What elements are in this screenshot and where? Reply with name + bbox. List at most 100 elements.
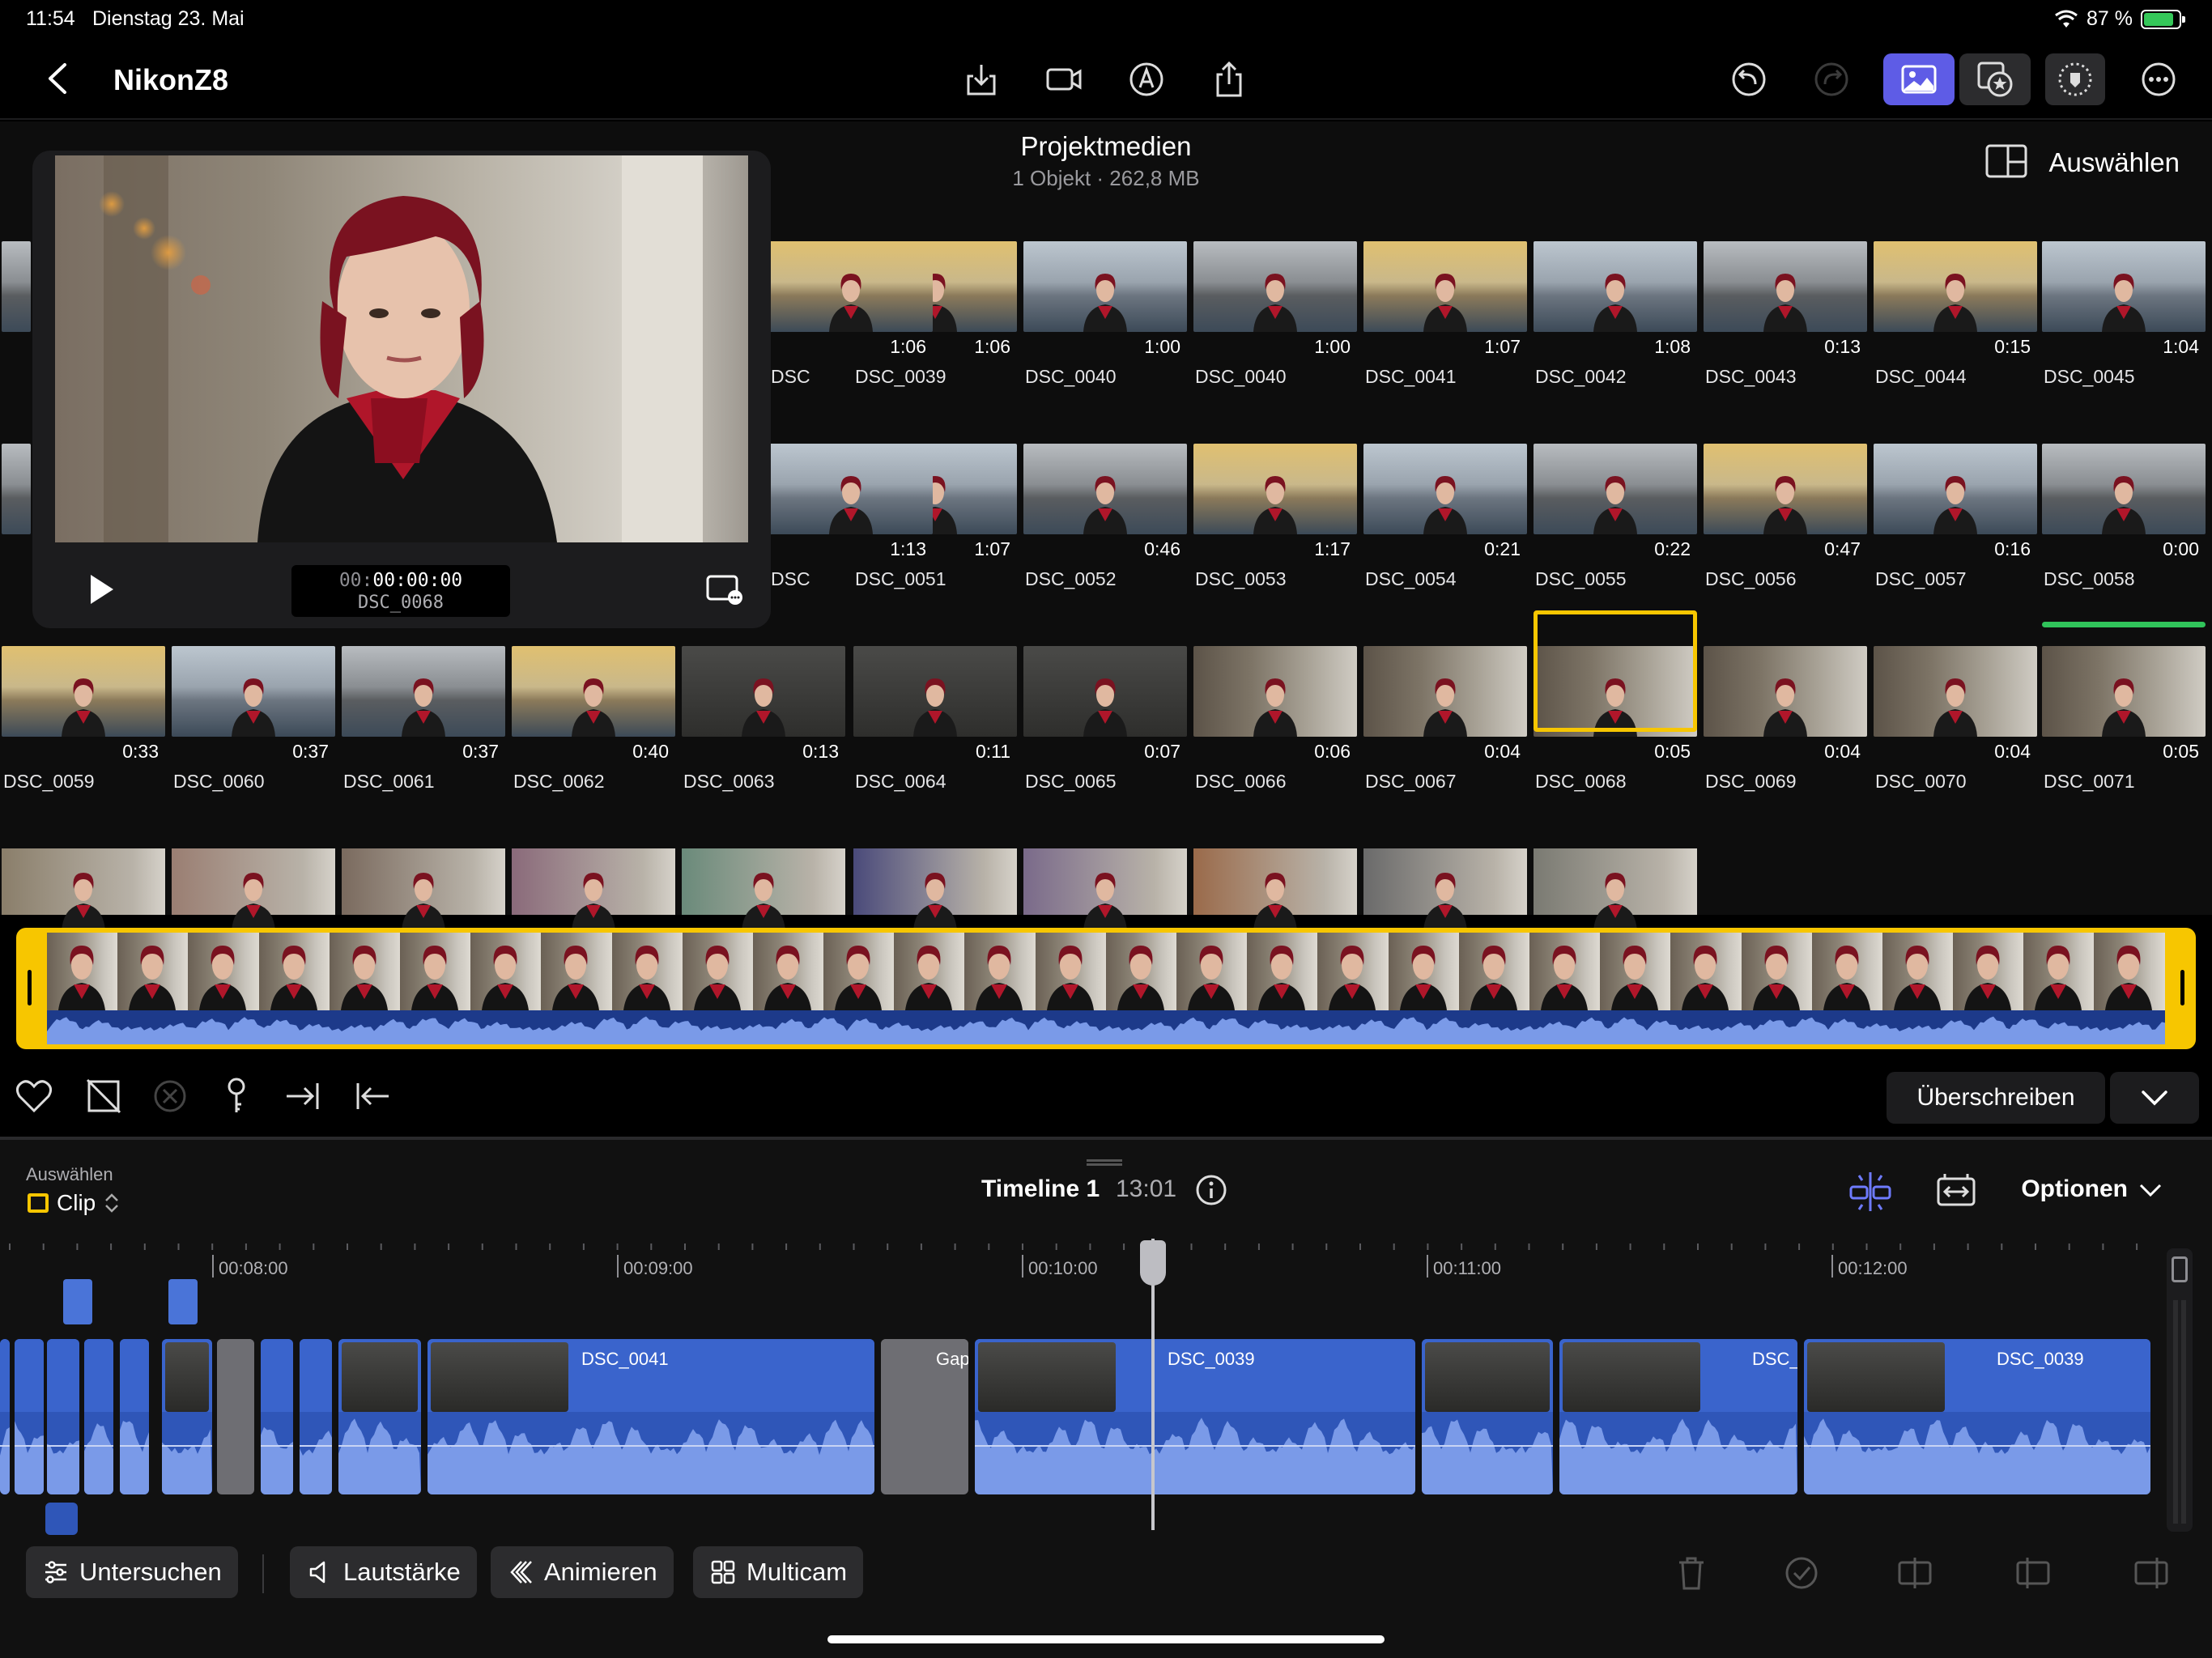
mark-in-icon[interactable]	[282, 1075, 324, 1117]
clip-tile[interactable]: 0:00 DSC_0058	[2042, 444, 2206, 589]
clear-rating-icon[interactable]	[149, 1075, 191, 1117]
clip-thumbnail-partial[interactable]	[853, 848, 1017, 931]
clip-tile[interactable]: 0:40 DSC_0062	[512, 646, 675, 792]
panel-grabber[interactable]	[1087, 1159, 1122, 1166]
clip-tile[interactable]: 0:13 DSC_0063	[682, 646, 845, 792]
timeline-clip[interactable]: DSC_0039	[975, 1339, 1415, 1494]
timeline-view-icon[interactable]	[1933, 1169, 1979, 1214]
clip-tile[interactable]: 0:06 DSC_0066	[1193, 646, 1357, 792]
timeline-clip[interactable]	[1422, 1339, 1553, 1494]
redo-icon[interactable]	[1802, 53, 1861, 105]
clip-tile[interactable]: 0:16 DSC_0057	[1874, 444, 2037, 589]
clip-tile-edge[interactable]	[2, 241, 31, 332]
trim-end-icon[interactable]	[2133, 1554, 2170, 1592]
clip-thumbnail-partial[interactable]	[342, 848, 505, 931]
timeline-clip[interactable]	[84, 1339, 113, 1494]
gap-clip[interactable]: Gap	[881, 1339, 968, 1494]
timeline-clip[interactable]	[0, 1339, 10, 1494]
clip-thumbnail-partial[interactable]	[1023, 848, 1187, 931]
connected-clip[interactable]	[168, 1279, 198, 1324]
select-button[interactable]: Auswählen	[2049, 147, 2180, 178]
clip-thumbnail-partial[interactable]	[2, 848, 165, 931]
clip-tile[interactable]: 0:22 DSC_0055	[1534, 444, 1697, 589]
back-icon[interactable]	[42, 60, 74, 97]
checkmark-icon[interactable]	[1783, 1554, 1820, 1592]
clip-tile[interactable]: 1:00 DSC_0040	[1023, 241, 1187, 387]
clip-tile[interactable]: 0:37 DSC_0060	[172, 646, 335, 792]
trash-icon[interactable]	[1673, 1554, 1710, 1592]
gap-clip[interactable]	[217, 1339, 254, 1494]
viewer-image[interactable]	[55, 155, 748, 542]
clip-tile[interactable]: 0:13 DSC_0043	[1704, 241, 1867, 387]
edit-mode-dropdown[interactable]	[2110, 1072, 2199, 1124]
options-button[interactable]: Optionen	[2021, 1175, 2128, 1203]
clip-tile[interactable]: 0:37 DSC_0061	[342, 646, 505, 792]
trim-handle-left[interactable]	[28, 970, 32, 1005]
inspect-button[interactable]: Untersuchen	[26, 1546, 238, 1598]
clip-tile[interactable]: 1:04 DSC_0045	[2042, 241, 2206, 387]
clip-tile[interactable]: 1:00 DSC_0040	[1193, 241, 1357, 387]
clip-thumbnail-partial[interactable]	[512, 848, 675, 931]
voiceover-icon[interactable]	[1117, 53, 1176, 105]
clip-tile[interactable]: 0:47 DSC_0056	[1704, 444, 1867, 589]
more-icon[interactable]	[2129, 53, 2188, 105]
share-icon[interactable]	[1200, 53, 1258, 105]
connected-clip[interactable]	[63, 1279, 92, 1324]
clip-tile[interactable]: 0:11 DSC_0064	[853, 646, 1017, 792]
timeline-clip[interactable]	[120, 1339, 149, 1494]
camera-icon[interactable]	[1035, 53, 1093, 105]
clip-tile[interactable]: 0:15 DSC_0044	[1874, 241, 2037, 387]
import-icon[interactable]	[952, 53, 1010, 105]
timeline-ruler[interactable]: 00:08:00 00:09:00 00:10:00 00:11:00 00:12:00	[0, 1237, 2154, 1286]
meter-toggle-icon[interactable]	[2172, 1256, 2188, 1282]
reject-icon[interactable]	[83, 1075, 125, 1117]
timeline-clip[interactable]: DSC_0041	[428, 1339, 874, 1494]
info-icon[interactable]	[1195, 1174, 1227, 1206]
overwrite-button[interactable]: Überschreiben	[1887, 1072, 2105, 1124]
playhead-handle[interactable]	[1140, 1240, 1166, 1286]
clip-tile[interactable]: 1:08 DSC_0042	[1534, 241, 1697, 387]
play-icon[interactable]	[81, 570, 120, 609]
clip-tile[interactable]: 0:07 DSC_0065	[1023, 646, 1187, 792]
clip-tile[interactable]: 1:17 DSC_0053	[1193, 444, 1357, 589]
clip-tile[interactable]: 0:04 DSC_0070	[1874, 646, 2037, 792]
heart-icon[interactable]	[13, 1075, 55, 1117]
trim-start-icon[interactable]	[2014, 1554, 2052, 1592]
timeline-clip[interactable]	[47, 1339, 79, 1494]
clip-filmstrip[interactable]	[16, 928, 2196, 1049]
multicam-button[interactable]: Multicam	[693, 1546, 864, 1598]
timeline-clip[interactable]: DSC_	[1559, 1339, 1797, 1494]
layout-icon[interactable]	[1984, 141, 2029, 181]
clip-tile[interactable]: 1:13 DSC	[769, 444, 933, 589]
clip-thumbnail-partial[interactable]	[1534, 848, 1697, 931]
animate-button[interactable]: Animieren	[491, 1546, 674, 1598]
selection-mode-picker[interactable]: Clip	[28, 1190, 120, 1216]
effects-icon[interactable]	[1959, 53, 2031, 105]
clip-tile[interactable]: 0:33 DSC_0059	[2, 646, 165, 792]
clip-tile-edge[interactable]	[2, 444, 31, 534]
timeline-clip[interactable]	[15, 1339, 44, 1494]
clip-tile[interactable]: 0:46 DSC_0052	[1023, 444, 1187, 589]
clip-tile[interactable]: 1:07 DSC_0041	[1363, 241, 1527, 387]
keyword-icon[interactable]	[215, 1075, 257, 1117]
inspector-icon[interactable]	[2045, 53, 2105, 105]
timeline-clip[interactable]	[338, 1339, 421, 1494]
timeline-clip[interactable]	[300, 1339, 332, 1494]
clip-tile[interactable]: 0:21 DSC_0054	[1363, 444, 1527, 589]
clip-thumbnail-partial[interactable]	[1363, 848, 1527, 931]
clip-tile[interactable]: 0:04 DSC_0067	[1363, 646, 1527, 792]
options-chevron-icon[interactable]	[2138, 1179, 2163, 1201]
volume-button[interactable]: Lautstärke	[290, 1546, 477, 1598]
trim-handle-right[interactable]	[2180, 970, 2184, 1005]
clip-tile[interactable]: 0:05 DSC_0071	[2042, 646, 2206, 792]
timeline-clip[interactable]	[162, 1339, 212, 1494]
clip-thumbnail-partial[interactable]	[172, 848, 335, 931]
snapping-icon[interactable]	[1848, 1169, 1893, 1214]
timeline-clip[interactable]	[261, 1339, 293, 1494]
clip-thumbnail-partial[interactable]	[1193, 848, 1357, 931]
mark-out-icon[interactable]	[351, 1075, 393, 1117]
viewer-options-icon[interactable]	[704, 572, 745, 607]
audio-clip-below[interactable]	[45, 1503, 78, 1535]
photos-icon[interactable]	[1883, 53, 1955, 105]
clip-thumbnail-partial[interactable]	[682, 848, 845, 931]
